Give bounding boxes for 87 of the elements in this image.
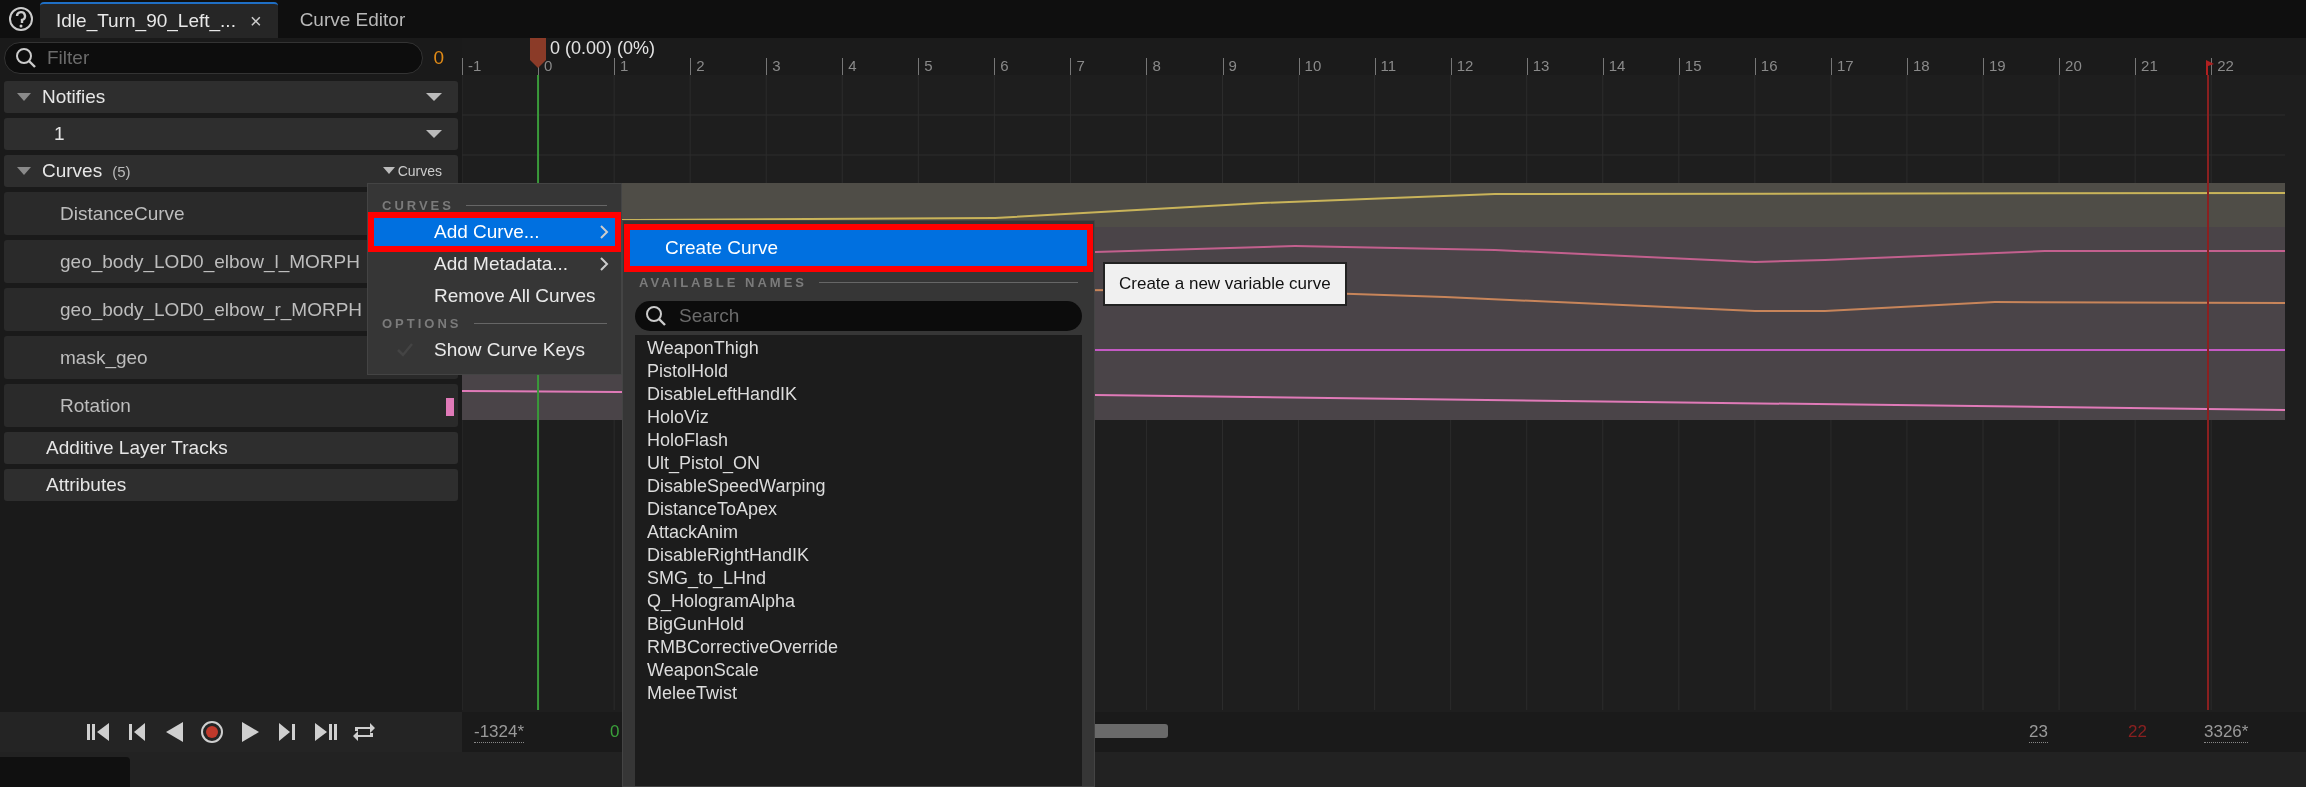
curve-name-option[interactable]: RMBCorrectiveOverride (647, 636, 1070, 659)
end-frame-field[interactable]: 23 (2029, 722, 2048, 743)
curve-name-option[interactable]: DisableSpeedWarping (647, 475, 1070, 498)
current-frame-field[interactable]: 0 (610, 722, 620, 742)
frame-tick-label: 13 (1532, 57, 1550, 74)
track-section-label: Additive Layer Tracks (46, 437, 228, 459)
track-section[interactable]: Attributes (4, 469, 458, 501)
range-start-field[interactable]: -1324* (474, 722, 525, 743)
editor-tab[interactable]: Idle_Turn_90_Left_... × (40, 2, 278, 38)
curve-name-option[interactable]: DistanceToApex (647, 498, 1070, 521)
frame-tick-label: 21 (2141, 57, 2158, 74)
curve-name: geo_body_LOD0_elbow_l_MORPH (60, 250, 360, 273)
curve-name: geo_body_LOD0_elbow_r_MORPH (60, 298, 363, 321)
frame-tick-label: 9 (1228, 57, 1237, 74)
frame-tick-label: 5 (924, 57, 933, 74)
frame-tick-label: 20 (2065, 57, 2082, 74)
track-group-label: Notifies (42, 86, 106, 108)
frame-tick-label: 3 (772, 57, 781, 74)
record-icon[interactable] (199, 719, 225, 745)
frame-tick-label: 22 (2217, 57, 2234, 74)
chevron-right-icon (599, 257, 609, 271)
track-section-label: Attributes (46, 474, 127, 496)
curve-name-option[interactable]: AttackAnim (647, 521, 1070, 544)
track-group-header[interactable]: Curves (5) Curves (4, 155, 458, 187)
filter-input[interactable]: Filter (45, 46, 349, 70)
frame-tick-label: 15 (1684, 57, 1702, 74)
menu-section-heading: CURVES (382, 197, 454, 213)
curve-name: DistanceCurve (60, 202, 185, 225)
notify-track[interactable]: 1 (4, 118, 458, 150)
curve-name-option[interactable]: DisableLeftHandIK (647, 383, 1070, 406)
curve-name-option[interactable]: PistolHold (647, 360, 1070, 383)
editor-tab[interactable]: Curve Editor (283, 2, 422, 38)
collapse-triangle-icon[interactable] (16, 91, 32, 103)
dropdown-arrow-icon[interactable] (426, 129, 442, 139)
curve-name-option[interactable]: DisableRightHandIK (647, 544, 1070, 567)
frame-tick-label: 8 (1152, 57, 1161, 74)
search-field[interactable]: Search (635, 301, 1082, 331)
frame-tick-label: 6 (1000, 57, 1009, 74)
curve-name: mask_geo (60, 346, 148, 369)
curves-dropdown-button[interactable]: Curves (382, 163, 442, 179)
frame-tick-label: 2 (696, 57, 705, 74)
search-icon (15, 47, 37, 69)
tooltip: Create a new variable curve (1103, 262, 1347, 306)
frame-tick-label: -1 (468, 57, 482, 74)
frame-tick-label: 11 (1380, 57, 1397, 74)
help-icon[interactable] (8, 6, 34, 32)
curve-name: Rotation (60, 394, 131, 417)
track-group-header[interactable]: Notifies (4, 81, 458, 113)
frame-tick-label: 1 (620, 57, 629, 74)
filter-count: 0 (433, 47, 444, 69)
frame-tick-label: 0 (544, 57, 553, 74)
end-marker-frame: 22 (2128, 722, 2147, 742)
frame-tick-label: 17 (1836, 57, 1854, 74)
frame-tick-label: 10 (1304, 57, 1322, 74)
range-end-field[interactable]: 3326* (2204, 722, 2249, 743)
menu-section-heading: AVAILABLE NAMES (639, 274, 808, 290)
curve-name-option[interactable]: SMG_to_LHnd (647, 567, 1070, 590)
end-marker-icon (2206, 60, 2214, 75)
frame-tick-label: 16 (1760, 57, 1778, 74)
curve-name-option[interactable]: MeleeTwist (647, 682, 1070, 705)
curve-name-option[interactable]: WeaponScale (647, 659, 1070, 682)
curve-name-option[interactable]: HoloFlash (647, 429, 1070, 452)
curve-name-option[interactable]: WeaponThigh (647, 337, 1070, 360)
caret-icon (382, 167, 395, 175)
dropdown-arrow-icon[interactable] (426, 92, 442, 102)
search-input[interactable]: Search (677, 304, 1061, 328)
close-icon[interactable]: × (249, 9, 262, 33)
frame-tick-label: 14 (1608, 57, 1626, 74)
curve-name-option[interactable]: Q_HologramAlpha (647, 590, 1070, 613)
frame-tick-label: 19 (1989, 57, 2006, 74)
curve-track[interactable]: Rotation (4, 384, 458, 427)
search-icon (645, 305, 667, 327)
frame-tick-label: 18 (1912, 57, 1930, 74)
collapse-triangle-icon[interactable] (16, 165, 32, 177)
frame-tick-label: 12 (1456, 57, 1474, 74)
curve-count: (5) (112, 162, 131, 180)
curve-name-option[interactable]: Ult_Pistol_ON (647, 452, 1070, 475)
frame-tick-label: 7 (1076, 57, 1085, 74)
curve-name-option[interactable]: HoloViz (647, 406, 1070, 429)
notify-track-label: 1 (54, 123, 65, 145)
filter-field[interactable]: Filter (4, 42, 424, 74)
frame-tick-label: 4 (848, 57, 857, 74)
playhead-position: 0 (0.00) (0%) (550, 38, 656, 59)
curve-name-option[interactable]: BigGunHold (647, 613, 1070, 636)
track-group-label: Curves (42, 160, 103, 182)
track-section[interactable]: Additive Layer Tracks (4, 432, 458, 464)
chevron-right-icon (599, 225, 609, 239)
